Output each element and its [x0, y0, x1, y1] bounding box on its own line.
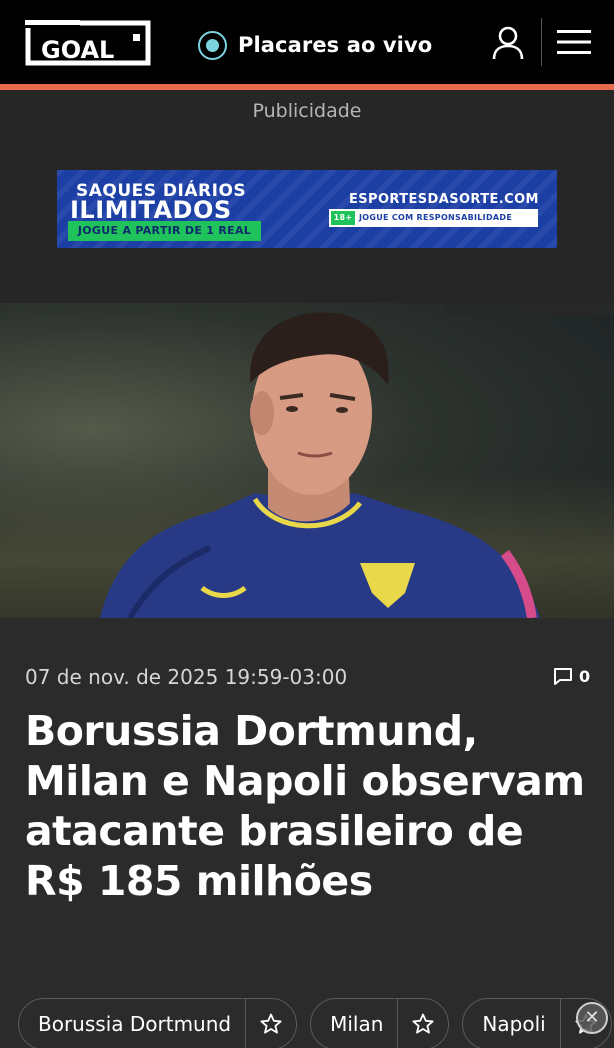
tag-milan[interactable]: Milan [310, 998, 450, 1048]
live-dot-icon [198, 30, 227, 60]
ad-cta: JOGUE A PARTIR DE 1 REAL [68, 221, 261, 241]
ad-line-2: ILIMITADOS [70, 196, 232, 224]
menu-icon[interactable] [557, 28, 591, 56]
live-scores-label: Placares ao vivo [238, 33, 433, 57]
header-divider [541, 18, 542, 66]
ad-age-badge: 18+ [331, 211, 355, 225]
tag-label[interactable]: Milan [311, 998, 399, 1048]
goal-logo-text: GOAL [41, 36, 114, 64]
ad-brand: ESPORTESDASORTE.COM [349, 192, 539, 207]
star-icon[interactable] [398, 998, 448, 1048]
ad-banner[interactable]: SAQUES DIÁRIOS ILIMITADOS JOGUE A PARTIR… [57, 170, 557, 248]
tag-list: Borussia Dortmund Milan Napoli [18, 998, 612, 1048]
live-scores-link[interactable]: Placares ao vivo [198, 29, 432, 61]
close-icon[interactable]: ✕ [576, 1002, 608, 1034]
ad-label: Publicidade [252, 100, 362, 122]
ad-responsibility-text: JOGUE COM RESPONSABILIDADE [359, 213, 513, 222]
tag-label[interactable]: Napoli [463, 998, 561, 1048]
tag-borussia-dortmund[interactable]: Borussia Dortmund [18, 998, 298, 1048]
player-photo [100, 312, 540, 618]
user-icon[interactable] [491, 25, 525, 61]
tag-label[interactable]: Borussia Dortmund [19, 998, 247, 1048]
top-navigation-bar: GOAL Placares ao vivo [0, 0, 614, 84]
goal-logo[interactable]: GOAL [25, 20, 151, 66]
article-date: 07 de nov. de 2025 19:59-03:00 [25, 665, 348, 689]
ad-responsibility: 18+ JOGUE COM RESPONSABILIDADE [329, 209, 538, 227]
star-icon[interactable] [246, 998, 296, 1048]
advertisement-area: Publicidade SAQUES DIÁRIOS ILIMITADOS JO… [0, 90, 614, 303]
hero-image [0, 303, 614, 618]
comment-count: 0 [579, 667, 591, 686]
article-headline: Borussia Dortmund, Milan e Napoli observ… [25, 707, 585, 905]
comment-icon [554, 668, 572, 685]
comments-button[interactable]: 0 [553, 667, 590, 686]
